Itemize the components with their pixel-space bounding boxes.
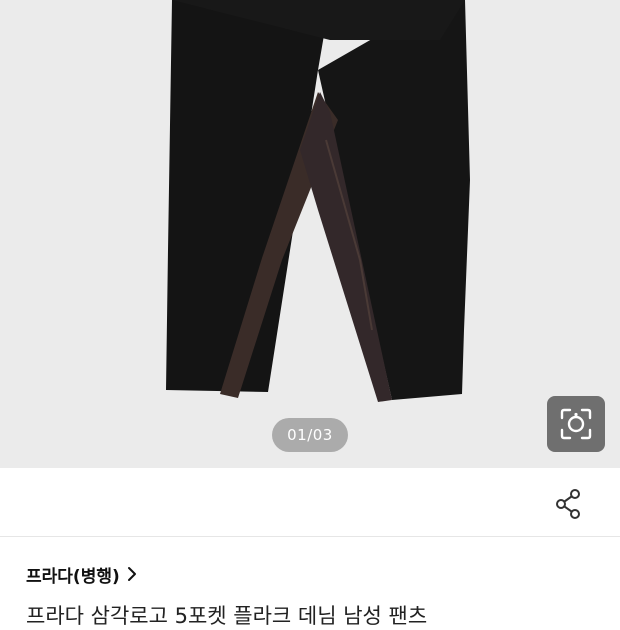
product-title: 프라다 삼각로고 5포켓 플라크 데님 남성 팬츠 (26, 604, 428, 628)
share-button[interactable] (548, 484, 588, 524)
product-image (166, 0, 470, 402)
brand-link[interactable]: 프라다(병행) (26, 562, 138, 587)
action-row (0, 468, 620, 537)
share-icon (556, 489, 580, 519)
page-indicator: 01/03 (272, 418, 348, 452)
product-image-gallery[interactable]: 01/03 (0, 0, 620, 468)
brand-name: 프라다(병행) (26, 566, 120, 587)
image-search-button[interactable] (547, 396, 605, 452)
camera-lens-icon (560, 408, 592, 440)
chevron-right-icon (127, 567, 136, 581)
